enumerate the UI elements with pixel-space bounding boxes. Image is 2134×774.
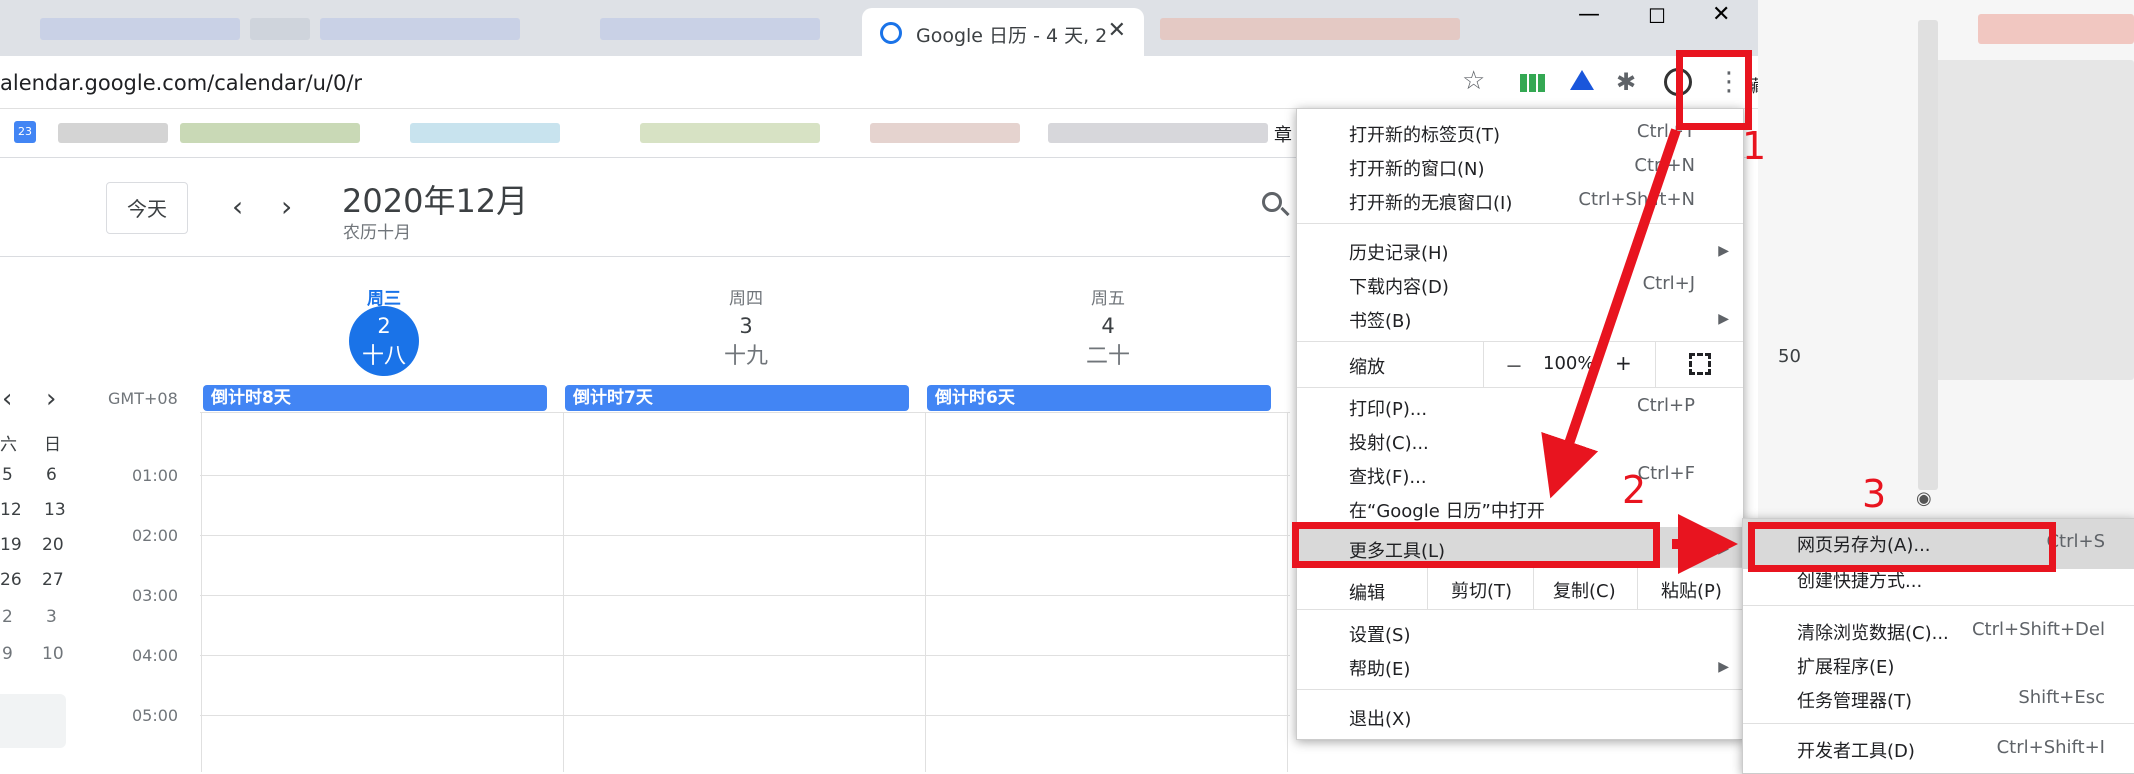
annotation-arrows [1541,128,1738,574]
annotation-arrow-1-to-2 [1541,128,1681,499]
